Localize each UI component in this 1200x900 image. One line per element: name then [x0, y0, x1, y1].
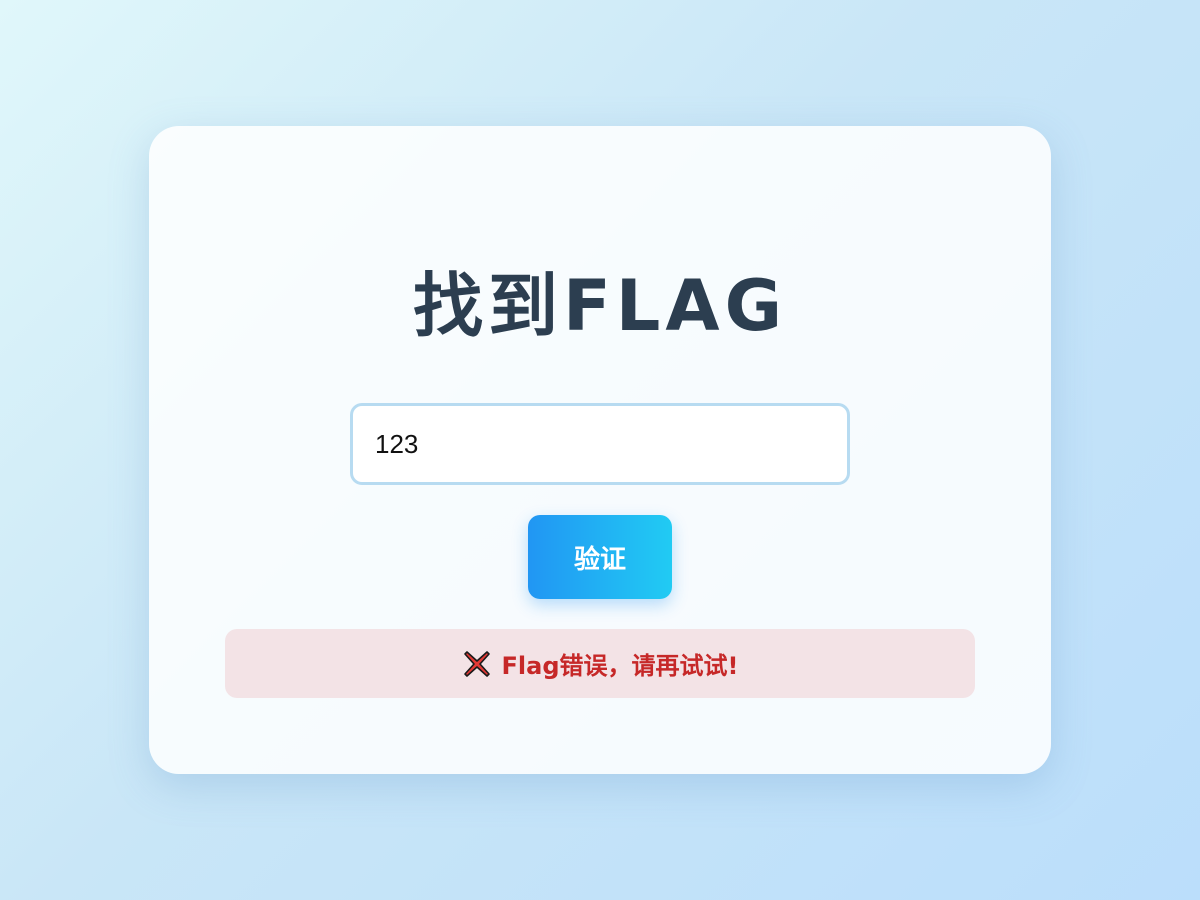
flag-card: 找到FLAG 验证 Flag错误，请再试试! [149, 126, 1051, 774]
error-message-text: Flag错误，请再试试! [501, 652, 739, 680]
error-message: Flag错误，请再试试! [225, 629, 975, 698]
flag-input[interactable] [350, 403, 850, 485]
cross-mark-icon [462, 649, 492, 679]
page-title: 找到FLAG [412, 265, 788, 347]
verify-button[interactable]: 验证 [528, 515, 672, 599]
